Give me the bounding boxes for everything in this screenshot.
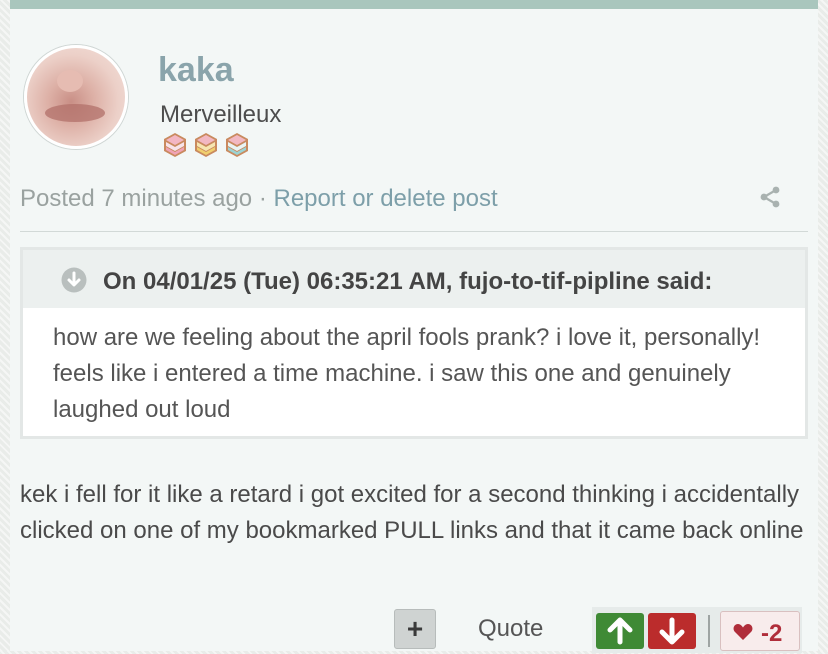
downvote-button[interactable] xyxy=(648,613,696,649)
post-body: kek i fell for it like a retard i got ex… xyxy=(20,481,804,544)
user-rank: Merveilleux xyxy=(160,101,282,128)
posted-prefix: Posted xyxy=(20,185,102,212)
arrow-up-icon xyxy=(607,617,633,645)
heart-icon xyxy=(733,624,753,640)
arrow-down-icon xyxy=(659,617,685,645)
quote-block: On 04/01/25 (Tue) 06:35:21 AM, fujo-to-t… xyxy=(20,247,808,439)
quote-text: how are we feeling about the april fools… xyxy=(53,324,761,423)
avatar[interactable] xyxy=(24,45,128,149)
vote-controls: -2 xyxy=(592,607,802,653)
teal-macaron-icon xyxy=(226,133,248,157)
pink-macaron-icon xyxy=(164,133,186,157)
avatar-nose xyxy=(57,70,83,92)
username[interactable]: kaka xyxy=(158,51,234,90)
post-actions: + Quote -2 xyxy=(10,607,818,653)
share-icon[interactable] xyxy=(758,185,782,209)
vote-separator xyxy=(708,615,710,647)
like-count: -2 xyxy=(761,620,783,647)
badge-row xyxy=(161,131,251,159)
post-card: kaka Merveilleux Posted 7 minutes ago · … xyxy=(10,0,818,653)
post-meta: Posted 7 minutes ago · Report or delete … xyxy=(20,185,498,213)
posted-time: 7 minutes ago xyxy=(101,185,253,212)
collapse-quote-icon[interactable] xyxy=(61,267,87,293)
quote-attribution: On 04/01/25 (Tue) 06:35:21 AM, fujo-to-t… xyxy=(103,268,713,295)
add-reaction-button[interactable]: + xyxy=(394,609,436,649)
quote-button[interactable]: Quote xyxy=(478,615,543,643)
avatar-lip xyxy=(45,104,105,122)
meta-separator: · xyxy=(252,185,274,212)
report-link[interactable]: Report or delete post xyxy=(273,185,497,212)
divider xyxy=(20,231,808,232)
yellow-macaron-icon xyxy=(195,133,217,157)
quote-header: On 04/01/25 (Tue) 06:35:21 AM, fujo-to-t… xyxy=(23,250,805,308)
like-button[interactable]: -2 xyxy=(720,611,800,651)
upvote-button[interactable] xyxy=(596,613,644,649)
